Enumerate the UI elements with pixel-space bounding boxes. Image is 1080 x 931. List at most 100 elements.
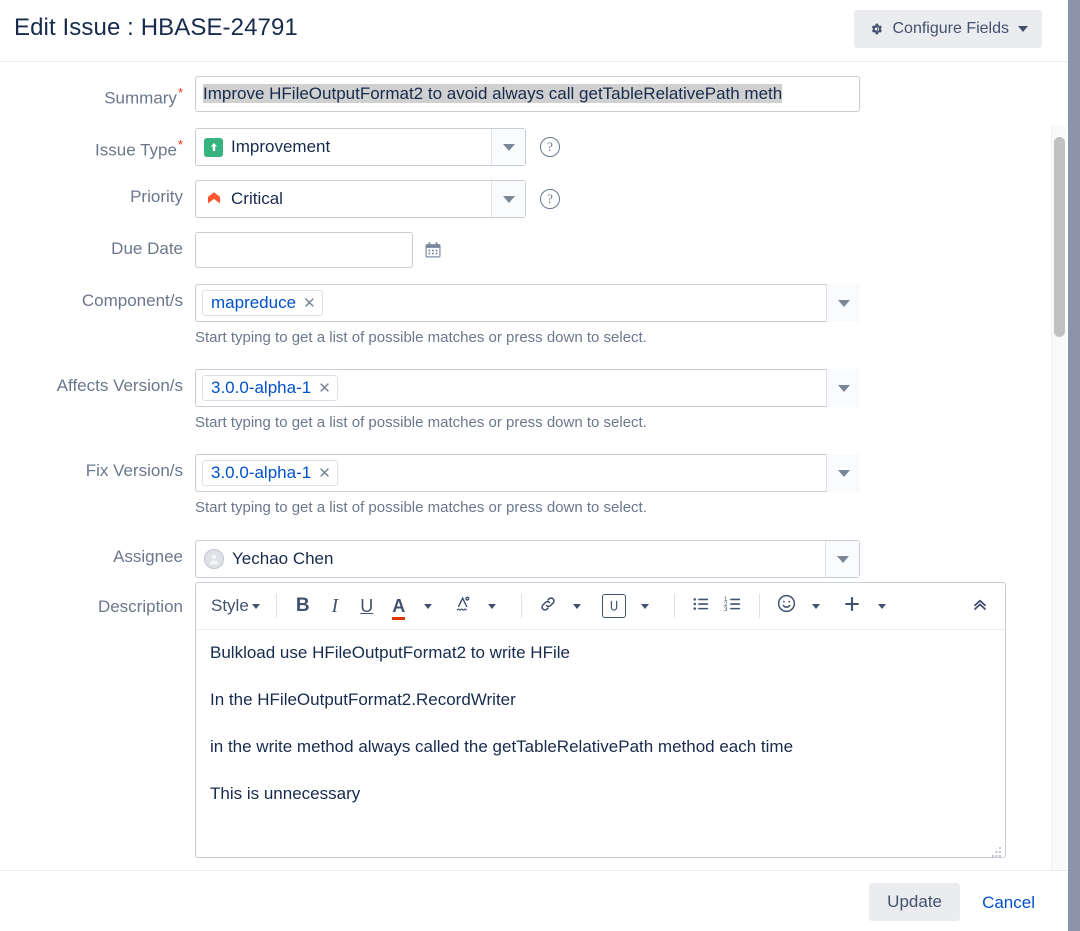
emoji-button[interactable] xyxy=(771,590,802,622)
field-description: Description Style B I U A 1 2 3 Bulkload… xyxy=(0,582,1006,858)
style-dropdown[interactable]: Style xyxy=(206,590,265,622)
token-chip[interactable]: 3.0.0-alpha-1 ✕ xyxy=(202,460,338,486)
close-icon[interactable]: ✕ xyxy=(318,379,331,397)
insert-more-button[interactable] xyxy=(836,590,868,622)
chevron-down-icon xyxy=(424,603,433,609)
avatar-icon xyxy=(204,549,224,569)
update-button[interactable]: Update xyxy=(869,883,960,921)
field-issue-type: Issue Type* Improvement ? xyxy=(0,128,560,168)
configure-fields-button[interactable]: Configure Fields xyxy=(853,10,1042,48)
text-color-button[interactable]: A xyxy=(384,590,414,622)
field-summary: Summary* Improve HFileOutputFormat2 to a… xyxy=(0,76,860,116)
components-tokenfield[interactable]: mapreduce ✕ xyxy=(195,284,860,322)
description-paragraph: In the HFileOutputFormat2.RecordWriter xyxy=(210,690,516,709)
scrollbar-thumb[interactable] xyxy=(1054,137,1065,337)
required-marker: * xyxy=(177,85,183,100)
chevron-down-icon xyxy=(1018,26,1028,32)
priority-dropdown-button[interactable] xyxy=(491,181,525,217)
dialog-scrollbar[interactable] xyxy=(1051,125,1066,870)
text-color-dropdown[interactable] xyxy=(416,590,446,622)
priority-critical-icon xyxy=(204,190,223,209)
highlight-color-dropdown[interactable] xyxy=(480,590,510,622)
underline-button[interactable]: U xyxy=(352,590,382,622)
field-affects-versions: Affects Version/s 3.0.0-alpha-1 ✕ Start … xyxy=(0,369,860,431)
description-paragraph: in the write method always called the ge… xyxy=(210,737,794,756)
attachment-button[interactable] xyxy=(597,590,631,622)
issue-type-dropdown-button[interactable] xyxy=(491,129,525,165)
emoji-dropdown[interactable] xyxy=(804,590,834,622)
chevron-down-icon xyxy=(502,143,515,151)
emoji-icon xyxy=(776,593,797,619)
italic-button[interactable]: I xyxy=(320,590,350,622)
link-dropdown[interactable] xyxy=(565,590,595,622)
toolbar-divider xyxy=(275,594,277,618)
bullet-list-icon xyxy=(691,594,711,619)
priority-help-icon[interactable]: ? xyxy=(540,189,560,209)
fix-versions-hint: Start typing to get a list of possible m… xyxy=(195,499,647,516)
plus-icon xyxy=(841,593,863,620)
cancel-button[interactable]: Cancel xyxy=(976,883,1041,921)
description-editor[interactable]: Style B I U A 1 2 3 Bulkload use HFileOu… xyxy=(195,582,1006,858)
token-chip[interactable]: mapreduce ✕ xyxy=(202,290,323,316)
improvement-arrow-up-icon xyxy=(204,137,223,157)
bullet-list-button[interactable] xyxy=(686,590,716,622)
token-label: mapreduce xyxy=(211,293,297,312)
highlight-icon xyxy=(453,594,473,619)
priority-label: Priority xyxy=(130,187,183,206)
close-icon[interactable]: ✕ xyxy=(303,294,316,312)
link-button[interactable] xyxy=(533,590,563,622)
chevron-down-icon xyxy=(837,384,850,392)
due-date-input[interactable] xyxy=(195,232,413,268)
due-date-label: Due Date xyxy=(111,239,183,258)
chevron-down-icon xyxy=(837,299,850,307)
text-color-icon: A xyxy=(392,596,406,620)
insert-more-dropdown[interactable] xyxy=(870,590,900,622)
token-label: 3.0.0-alpha-1 xyxy=(211,378,312,397)
background-page-sliver xyxy=(1066,0,1080,931)
issue-type-label: Issue Type* xyxy=(95,137,183,160)
fix-versions-tokenfield[interactable]: 3.0.0-alpha-1 ✕ xyxy=(195,454,860,492)
edit-issue-dialog: Edit Issue : HBASE-24791 Configure Field… xyxy=(0,0,1068,931)
resize-handle[interactable] xyxy=(992,844,1002,857)
underline-icon: U xyxy=(360,595,374,616)
attachment-dropdown[interactable] xyxy=(633,590,663,622)
assignee-label: Assignee xyxy=(113,547,183,566)
affects-versions-dropdown-button[interactable] xyxy=(826,369,860,407)
svg-text:3: 3 xyxy=(724,606,728,613)
token-chip[interactable]: 3.0.0-alpha-1 ✕ xyxy=(202,375,338,401)
description-paragraph: This is unnecessary xyxy=(210,784,361,803)
components-label: Component/s xyxy=(81,291,183,310)
summary-label: Summary* xyxy=(104,85,183,108)
assignee-dropdown-button[interactable] xyxy=(825,541,859,577)
gear-icon xyxy=(868,21,884,37)
issue-type-help-icon[interactable]: ? xyxy=(540,137,560,157)
assignee-select[interactable]: Yechao Chen xyxy=(195,540,860,578)
bold-button[interactable]: B xyxy=(288,590,318,622)
chevron-down-icon xyxy=(488,603,497,609)
chevron-down-icon xyxy=(812,603,821,609)
chevron-down-icon xyxy=(573,603,582,609)
issue-type-select[interactable]: Improvement xyxy=(195,128,526,166)
priority-select[interactable]: Critical xyxy=(195,180,526,218)
collapse-toolbar-button[interactable] xyxy=(965,590,995,622)
highlight-color-button[interactable] xyxy=(448,590,478,622)
chevron-down-icon xyxy=(502,195,515,203)
description-paragraph: Bulkload use HFileOutputFormat2 to write… xyxy=(210,643,570,662)
issue-type-value: Improvement xyxy=(231,137,331,156)
close-icon[interactable]: ✕ xyxy=(318,464,331,482)
dialog-header: Edit Issue : HBASE-24791 Configure Field… xyxy=(0,0,1068,62)
fix-versions-dropdown-button[interactable] xyxy=(826,454,860,492)
priority-value: Critical xyxy=(231,189,283,208)
calendar-icon[interactable] xyxy=(423,240,443,260)
paperclip-icon xyxy=(601,594,626,618)
summary-input[interactable]: Improve HFileOutputFormat2 to avoid alwa… xyxy=(195,76,860,112)
italic-icon: I xyxy=(331,594,339,617)
configure-fields-label: Configure Fields xyxy=(892,20,1010,37)
affects-versions-tokenfield[interactable]: 3.0.0-alpha-1 ✕ xyxy=(195,369,860,407)
numbered-list-button[interactable]: 1 2 3 xyxy=(718,590,748,622)
components-dropdown-button[interactable] xyxy=(826,284,860,322)
toolbar-divider xyxy=(520,594,522,618)
chevron-down-icon xyxy=(837,469,850,477)
description-text-area[interactable]: Bulkload use HFileOutputFormat2 to write… xyxy=(196,630,1005,857)
required-marker: * xyxy=(177,137,183,152)
